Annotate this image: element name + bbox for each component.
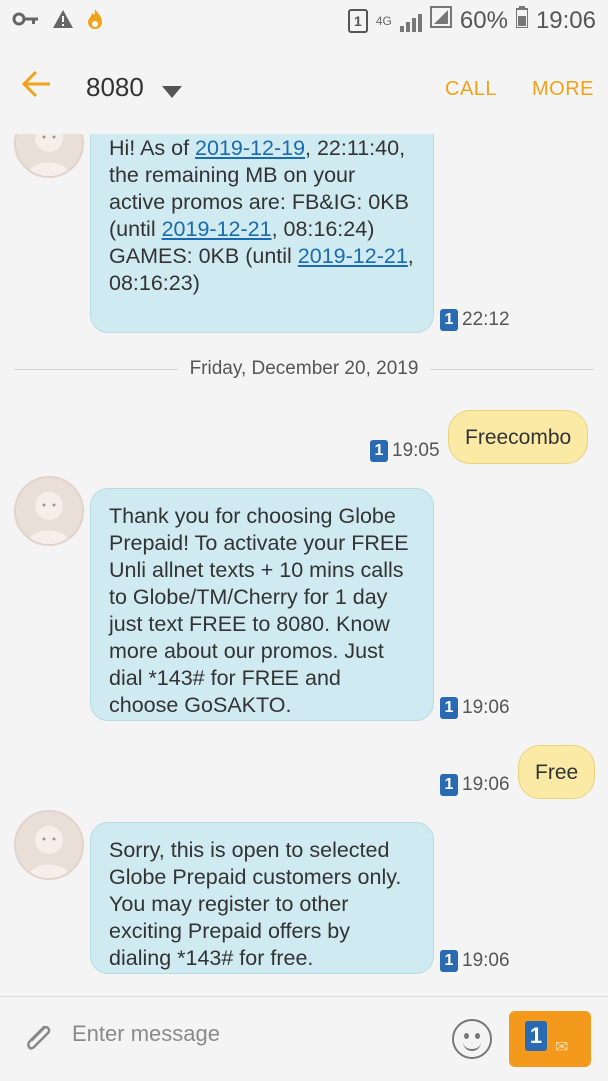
signal-icon: [399, 10, 422, 32]
emoji-icon[interactable]: [452, 1019, 492, 1059]
contact-avatar[interactable]: [14, 810, 84, 880]
date-link[interactable]: 2019-12-21: [298, 244, 408, 268]
date-link[interactable]: 2019-12-19: [195, 136, 305, 160]
sim-icon: 1: [440, 774, 458, 796]
incoming-message[interactable]: Hi! As of 2019-12-19, 22:11:40, the rema…: [90, 134, 434, 333]
message-time: 19:06: [462, 950, 510, 971]
sim-icon: 1: [370, 440, 388, 462]
date-link[interactable]: 2019-12-21: [162, 217, 272, 241]
sim-icon: 1: [347, 8, 368, 33]
compose-bar: Enter message 1 ✉: [0, 996, 608, 1081]
key-icon: [12, 11, 40, 32]
date-divider: Friday, December 20, 2019: [14, 354, 594, 384]
message-meta: 1 19:06: [440, 697, 510, 719]
contact-avatar[interactable]: [14, 134, 84, 178]
sim-icon: 1: [440, 697, 458, 719]
app-bar: 8080 CALL MORE: [0, 42, 608, 134]
message-meta: 1 19:06: [440, 774, 510, 796]
message-text: Sorry, this is open to selected Globe Pr…: [109, 838, 402, 970]
call-button[interactable]: CALL: [445, 78, 497, 101]
conversation-title[interactable]: 8080: [86, 72, 144, 103]
sim-icon: 1: [525, 1021, 547, 1051]
message-time: 19:06: [462, 697, 510, 718]
sim-icon: 1: [440, 950, 458, 972]
message-meta: 1 19:05: [370, 440, 440, 462]
message-time: 22:12: [462, 309, 510, 330]
send-icon: ✉: [555, 1039, 569, 1056]
message-text: Hi! As of: [109, 136, 196, 160]
signal-icon-2: [429, 6, 452, 35]
battery-percent: 60%: [459, 6, 508, 34]
warning-icon: [52, 9, 74, 34]
clock: 19:06: [535, 6, 596, 34]
date-divider-label: Friday, December 20, 2019: [177, 358, 431, 379]
chevron-down-icon[interactable]: [162, 86, 182, 98]
send-button[interactable]: 1 ✉: [509, 1011, 591, 1067]
status-bar: 1 4G 60% 19:06: [0, 0, 608, 42]
message-text: Freecombo: [465, 426, 572, 449]
message-text: Thank you for choosing Globe Prepaid! To…: [109, 504, 409, 717]
outgoing-message[interactable]: Freecombo: [448, 410, 589, 464]
message-time: 19:05: [392, 440, 440, 461]
network-type: 4G: [375, 13, 392, 28]
battery-icon: [514, 6, 529, 35]
incoming-message[interactable]: Thank you for choosing Globe Prepaid! To…: [90, 488, 434, 721]
status-right-icons: 1 4G 60% 19:06: [347, 6, 596, 35]
attach-icon[interactable]: [20, 1019, 56, 1059]
message-time: 19:06: [462, 774, 510, 795]
sim-icon: 1: [440, 309, 458, 331]
message-list[interactable]: Hi! As of 2019-12-19, 22:11:40, the rema…: [0, 134, 608, 996]
contact-avatar[interactable]: [14, 476, 84, 546]
outgoing-message[interactable]: Free: [518, 745, 596, 799]
incoming-message[interactable]: Sorry, this is open to selected Globe Pr…: [90, 822, 434, 974]
status-left-icons: [12, 8, 104, 35]
more-button[interactable]: MORE: [532, 78, 594, 101]
message-meta: 1 22:12: [440, 309, 510, 331]
message-input[interactable]: Enter message: [72, 1021, 220, 1047]
flame-icon: [86, 8, 104, 35]
back-arrow-icon[interactable]: [21, 70, 52, 104]
message-meta: 1 19:06: [440, 950, 510, 972]
message-text: Free: [535, 761, 579, 784]
